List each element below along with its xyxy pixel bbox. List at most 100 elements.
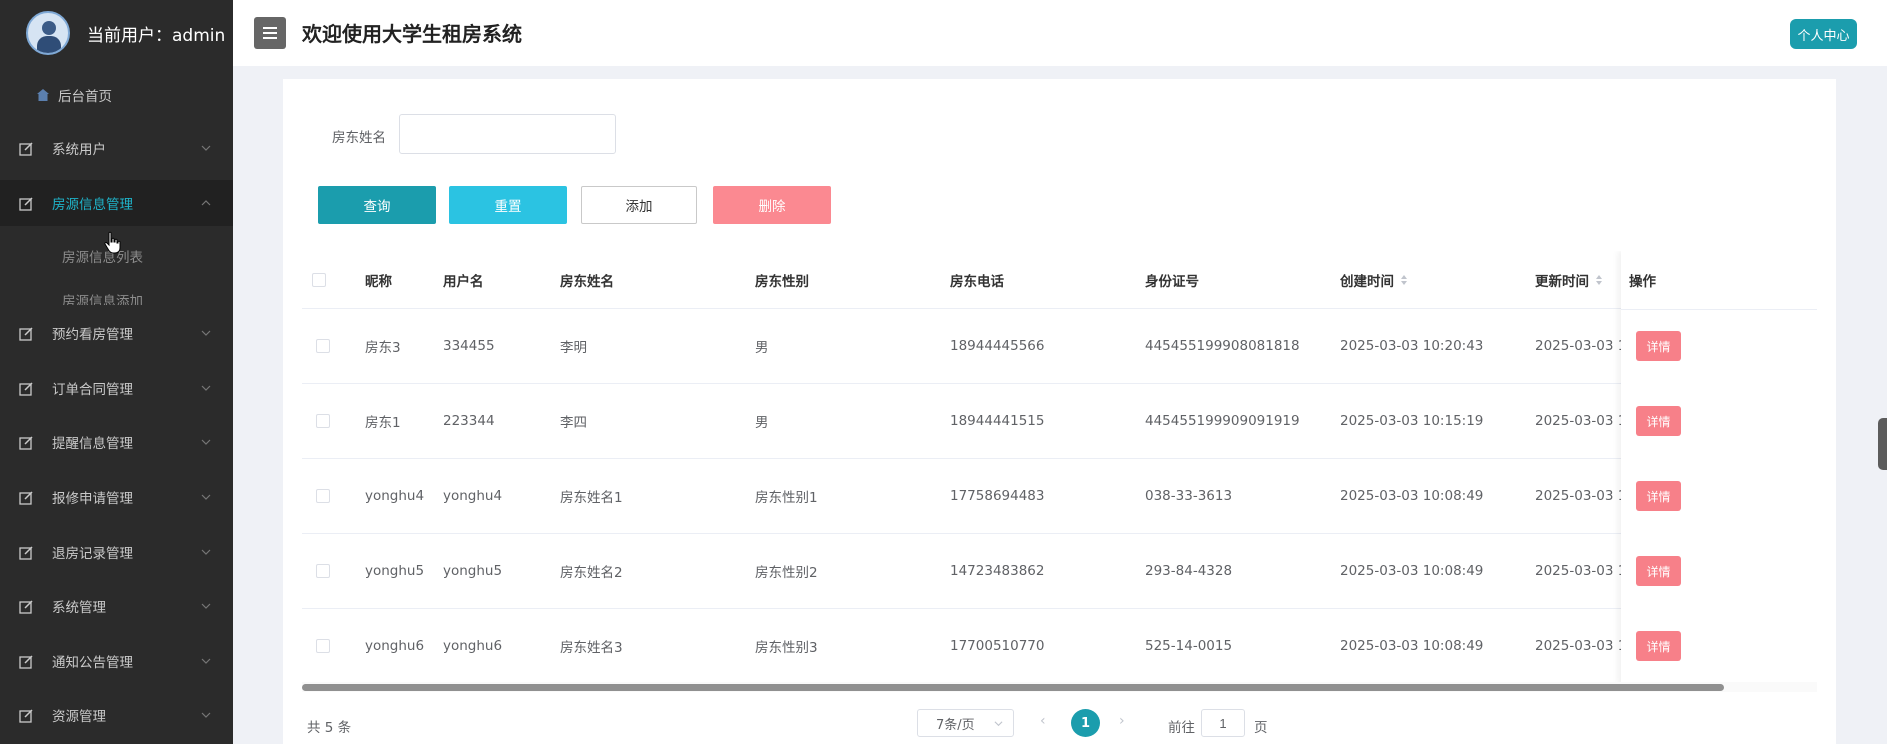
sidebar-item-contracts[interactable]: 订单合同管理 bbox=[0, 365, 233, 411]
detail-button[interactable]: 详情 bbox=[1636, 556, 1681, 586]
detail-button[interactable]: 详情 bbox=[1636, 406, 1681, 436]
column-header-label: 更新时间 bbox=[1535, 273, 1589, 290]
sidebar: 当前用户：admin 后台首页 系统用户 房源信息管理 房源信息列表 房源信息添… bbox=[0, 0, 233, 744]
sidebar-subitem-listing-add[interactable]: 房源信息添加 bbox=[62, 291, 143, 305]
row-checkbox[interactable] bbox=[316, 639, 330, 653]
cell-nickname: 房东3 bbox=[365, 340, 401, 356]
sidebar-item-label: 报修申请管理 bbox=[52, 491, 133, 507]
reset-button[interactable]: 重置 bbox=[449, 186, 567, 224]
cell-landlord-gender: 房东性别1 bbox=[755, 490, 818, 506]
cell-updated-time: 2025-03-03 1 bbox=[1535, 413, 1627, 429]
cell-id-number: 525-14-0015 bbox=[1145, 638, 1233, 654]
total-count: 共 5 条 bbox=[307, 720, 352, 736]
table-row: yonghu6 yonghu6 房东姓名3 房东性别3 17700510770 … bbox=[302, 609, 1817, 684]
edit-icon bbox=[19, 326, 33, 341]
sidebar-item-viewing-appointments[interactable]: 预约看房管理 bbox=[0, 310, 233, 356]
search-label: 房东姓名 bbox=[332, 130, 386, 146]
row-checkbox-cell bbox=[316, 534, 330, 608]
edit-icon bbox=[19, 599, 33, 614]
row-checkbox-cell bbox=[316, 384, 330, 458]
row-checkbox-cell bbox=[316, 309, 330, 383]
sort-icon[interactable] bbox=[1400, 274, 1408, 286]
sidebar-item-resources[interactable]: 资源管理 bbox=[0, 692, 233, 738]
prev-page-button[interactable]: ‹ bbox=[1040, 713, 1046, 729]
edit-icon bbox=[19, 708, 33, 723]
page-title: 欢迎使用大学生租房系统 bbox=[302, 22, 522, 46]
landlord-name-search-input[interactable] bbox=[399, 114, 616, 154]
page-number-current[interactable]: 1 bbox=[1071, 709, 1100, 737]
chevron-down-icon bbox=[201, 385, 211, 391]
action-column: 操作 详情 详情 详情 详情 详情 bbox=[1621, 251, 1817, 685]
table-horizontal-scrollbar[interactable] bbox=[302, 682, 1817, 692]
current-user-label: 当前用户：admin bbox=[87, 25, 226, 46]
cell-created-time: 2025-03-03 10:15:19 bbox=[1340, 413, 1484, 429]
next-page-button[interactable]: › bbox=[1119, 713, 1125, 729]
chevron-down-icon bbox=[201, 494, 211, 500]
row-checkbox-cell bbox=[316, 609, 330, 683]
detail-button[interactable]: 详情 bbox=[1636, 631, 1681, 661]
sidebar-subitem-listing-list[interactable]: 房源信息列表 bbox=[62, 246, 143, 266]
page-size-value: 7条/页 bbox=[936, 717, 975, 733]
cell-created-time: 2025-03-03 10:08:49 bbox=[1340, 638, 1484, 654]
sidebar-item-reminders[interactable]: 提醒信息管理 bbox=[0, 419, 233, 465]
row-checkbox[interactable] bbox=[316, 489, 330, 503]
table-header: 昵称 用户名 房东姓名 房东性别 房东电话 身份证号 创建时间 更新时间 bbox=[302, 251, 1817, 309]
row-checkbox[interactable] bbox=[316, 414, 330, 428]
cell-id-number: 445455199909091919 bbox=[1145, 413, 1300, 429]
sidebar-item-label: 通知公告管理 bbox=[52, 655, 133, 671]
edit-icon bbox=[19, 381, 33, 396]
sidebar-item-system-users[interactable]: 系统用户 bbox=[0, 125, 233, 171]
detail-button[interactable]: 详情 bbox=[1636, 331, 1681, 361]
edit-icon bbox=[19, 196, 33, 211]
table-row: 房东3 334455 李明 男 18944445566 445455199908… bbox=[302, 309, 1817, 384]
sort-icon[interactable] bbox=[1595, 274, 1603, 286]
cell-created-time: 2025-03-03 10:20:43 bbox=[1340, 338, 1484, 354]
goto-suffix: 页 bbox=[1254, 720, 1268, 736]
cell-landlord-phone: 14723483862 bbox=[950, 563, 1045, 579]
column-header-updated[interactable]: 更新时间 bbox=[1535, 251, 1603, 308]
cell-id-number: 293-84-4328 bbox=[1145, 563, 1233, 579]
goto-label: 前往 bbox=[1168, 720, 1195, 736]
select-all-cell bbox=[312, 251, 326, 308]
sidebar-item-announcements[interactable]: 通知公告管理 bbox=[0, 638, 233, 684]
main-card: 房东姓名 查询 重置 添加 删除 昵称 用户名 房东姓名 房东性别 房东电话 身… bbox=[283, 79, 1836, 744]
cell-username: yonghu6 bbox=[443, 638, 503, 654]
cell-landlord-phone: 17758694483 bbox=[950, 488, 1045, 504]
scrollbar-thumb[interactable] bbox=[302, 684, 1724, 691]
row-checkbox[interactable] bbox=[316, 339, 330, 353]
detail-button[interactable]: 详情 bbox=[1636, 481, 1681, 511]
query-button[interactable]: 查询 bbox=[318, 186, 436, 224]
cell-landlord-name: 李四 bbox=[560, 415, 587, 431]
delete-button[interactable]: 删除 bbox=[713, 186, 831, 224]
sidebar-item-system-management[interactable]: 系统管理 bbox=[0, 583, 233, 629]
add-button[interactable]: 添加 bbox=[581, 186, 697, 224]
cell-updated-time: 2025-03-03 1 bbox=[1535, 563, 1627, 579]
sidebar-item-label: 系统管理 bbox=[52, 600, 106, 616]
menu-toggle-button[interactable] bbox=[254, 17, 286, 49]
cell-updated-time: 2025-03-03 1 bbox=[1535, 338, 1627, 354]
sidebar-item-checkout-records[interactable]: 退房记录管理 bbox=[0, 529, 233, 575]
sidebar-item-home[interactable]: 后台首页 bbox=[0, 75, 233, 115]
cell-landlord-gender: 男 bbox=[755, 340, 769, 356]
chevron-down-icon bbox=[201, 145, 211, 151]
cell-landlord-phone: 18944445566 bbox=[950, 338, 1045, 354]
sidebar-item-label: 提醒信息管理 bbox=[52, 436, 133, 452]
sidebar-item-listing-management[interactable]: 房源信息管理 bbox=[0, 180, 233, 226]
page-size-select[interactable]: 7条/页 bbox=[917, 709, 1014, 737]
sidebar-item-repairs[interactable]: 报修申请管理 bbox=[0, 474, 233, 520]
cell-username: 334455 bbox=[443, 338, 495, 354]
cell-updated-time: 2025-03-03 1 bbox=[1535, 638, 1627, 654]
profile-button[interactable]: 个人中心 bbox=[1790, 19, 1857, 49]
sidebar-item-label: 系统用户 bbox=[52, 142, 106, 158]
column-header-created[interactable]: 创建时间 bbox=[1340, 251, 1408, 308]
chevron-down-icon bbox=[201, 439, 211, 445]
mouse-cursor-icon bbox=[104, 231, 121, 254]
sidebar-item-label: 资源管理 bbox=[52, 709, 106, 725]
select-all-checkbox[interactable] bbox=[312, 272, 326, 287]
page-vertical-scrollbar[interactable] bbox=[1878, 418, 1887, 470]
cell-landlord-gender: 男 bbox=[755, 415, 769, 431]
chevron-down-icon bbox=[201, 549, 211, 555]
sidebar-item-label: 预约看房管理 bbox=[52, 327, 133, 343]
row-checkbox[interactable] bbox=[316, 564, 330, 578]
goto-page-input[interactable] bbox=[1201, 709, 1245, 737]
